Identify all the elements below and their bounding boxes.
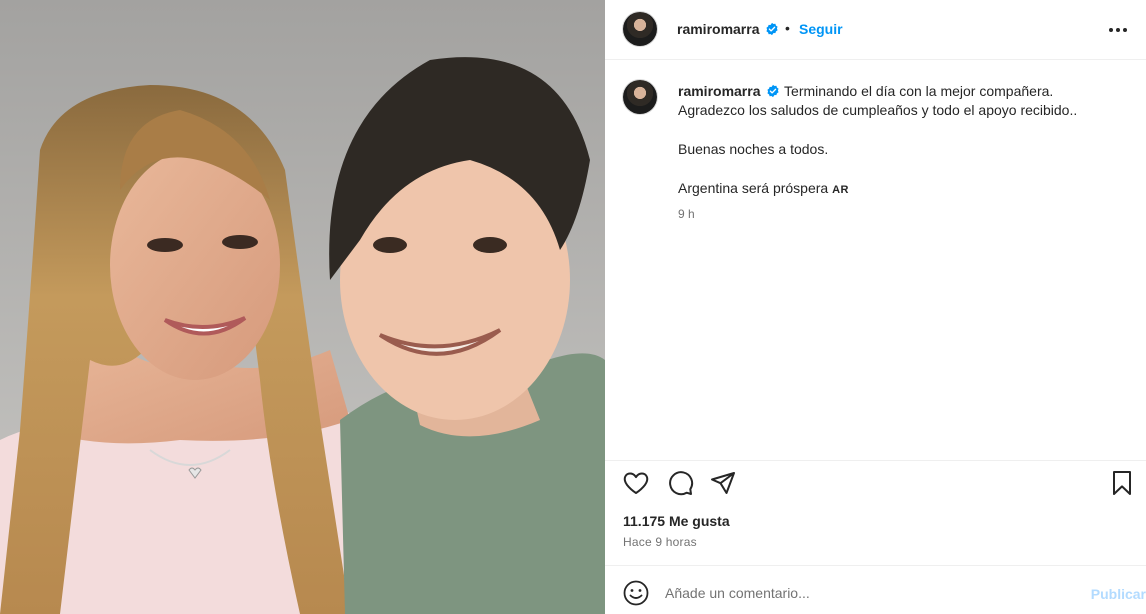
comment-input[interactable]: [665, 578, 1065, 608]
verified-badge-icon: [766, 22, 778, 36]
post-details-panel: ramiromarra • Seguir ramiromarra Termina…: [605, 0, 1146, 614]
username-text: ramiromarra: [677, 21, 760, 37]
follow-button[interactable]: Seguir: [799, 21, 843, 37]
caption-text: ramiromarra Terminando el día con la mej…: [678, 82, 1128, 200]
username-link[interactable]: ramiromarra: [677, 21, 779, 37]
caption-username[interactable]: ramiromarra: [678, 83, 761, 99]
action-bar: [605, 460, 1146, 504]
comment-bar: Publicar: [605, 565, 1146, 614]
emoji-icon[interactable]: [623, 580, 649, 606]
separator-dot: •: [785, 20, 790, 36]
caption-line-4: Argentina será próspera: [678, 180, 829, 196]
post-header: ramiromarra • Seguir: [605, 0, 1146, 60]
caption-section: ramiromarra Terminando el día con la mej…: [605, 60, 1146, 460]
post-photo[interactable]: [0, 0, 605, 614]
likes-count[interactable]: 11.175 Me gusta: [623, 513, 730, 529]
photo-illustration: [0, 0, 605, 614]
caption-line-3: Buenas noches a todos.: [678, 141, 829, 157]
more-options-icon[interactable]: [1104, 16, 1132, 44]
caption-line-1: Terminando el día con la mejor compañera…: [784, 83, 1054, 99]
comment-icon[interactable]: [666, 469, 694, 497]
post-time-ago: Hace 9 horas: [623, 535, 697, 549]
publish-button[interactable]: Publicar: [1091, 586, 1146, 602]
share-icon[interactable]: [709, 469, 737, 497]
bookmark-icon[interactable]: [1108, 469, 1136, 497]
caption-timestamp[interactable]: 9 h: [678, 207, 695, 221]
verified-badge-icon: [767, 84, 779, 98]
caption-line-2: Agradezco los saludos de cumpleaños y to…: [678, 102, 1078, 118]
avatar[interactable]: [623, 12, 657, 46]
caption-avatar[interactable]: [623, 80, 657, 114]
flag-emoji-text: AR: [832, 184, 849, 196]
heart-icon[interactable]: [622, 469, 650, 497]
